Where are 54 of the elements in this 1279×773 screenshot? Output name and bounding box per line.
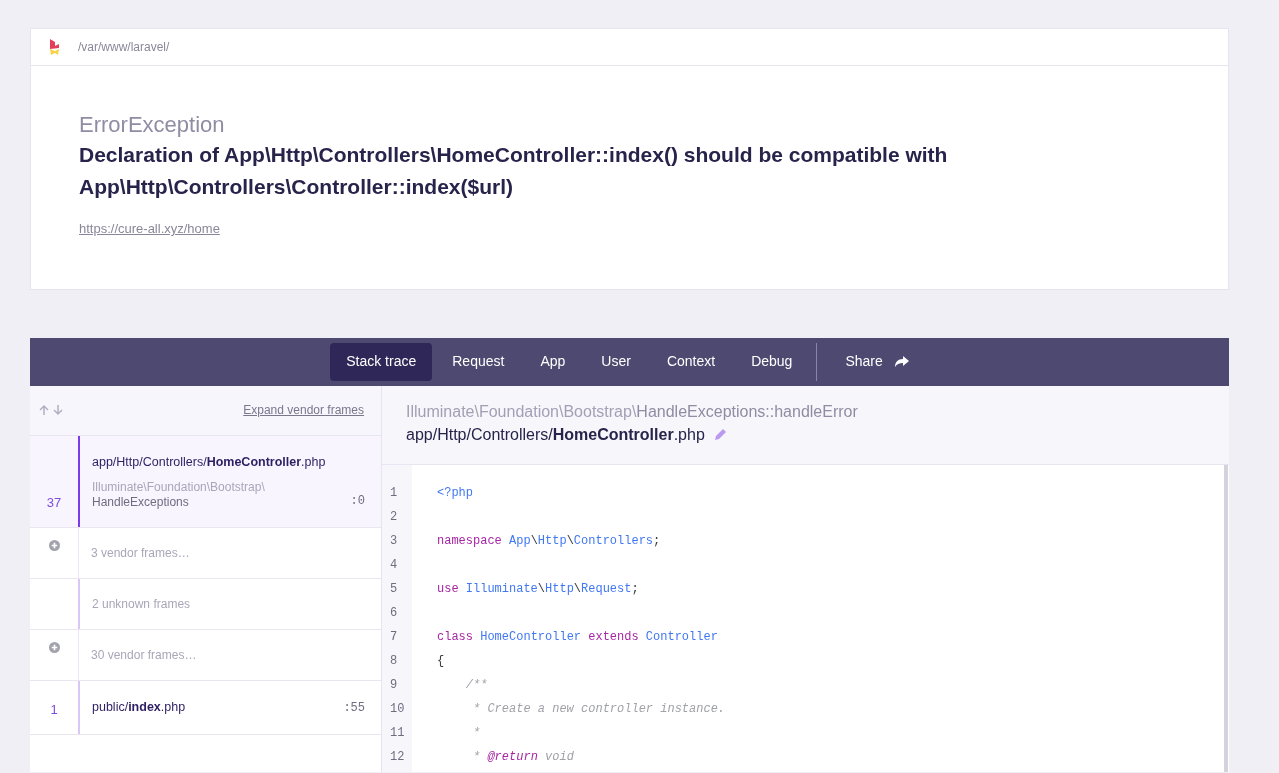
logo-icon	[49, 38, 60, 56]
frame-number: 1	[50, 703, 58, 716]
line-number: 11	[389, 724, 406, 742]
plus-circle-icon[interactable]	[48, 539, 60, 551]
frame-namespace: Illuminate\Foundation\Bootstrap\	[92, 480, 266, 495]
line-number: 8	[389, 652, 399, 670]
project-path: /var/www/laravel/	[78, 39, 170, 56]
tab[interactable]: User	[585, 342, 647, 381]
exception-message: Declaration of App\Http\Controllers\HomeController::index() should be compatible with App\Http\Controllers\Controller::index($url)	[79, 142, 949, 200]
frame-group-label: 2 unknown frames	[92, 596, 191, 614]
code-line: *	[472, 725, 481, 740]
share-arrow-icon	[894, 355, 909, 368]
share-button[interactable]: Share	[825, 342, 929, 381]
frame-group-label: 30 vendor frames…	[91, 647, 197, 665]
line-number: 4	[389, 556, 399, 574]
tab[interactable]: Stack trace	[330, 342, 433, 381]
request-url[interactable]: https://cure-all.xyz/home	[79, 219, 220, 239]
code-line: namespace App\Http\Controllers;	[437, 533, 661, 548]
frame-file: app/Http/Controllers/HomeController.php	[92, 453, 326, 471]
code-line: use Illuminate\Http\Request;	[437, 581, 639, 596]
frame-group-label: 3 vendor frames…	[91, 545, 190, 563]
pencil-icon[interactable]	[712, 427, 727, 442]
code-line: <?php	[437, 485, 473, 500]
frame-namespace: Illuminate\Foundation\Bootstrap\	[406, 402, 637, 420]
frame-file: public/index.php	[92, 699, 186, 717]
tab[interactable]: Request	[436, 342, 521, 381]
line-number: 12	[389, 748, 406, 766]
line-number: 6	[389, 604, 399, 622]
line-number: 7	[389, 628, 399, 646]
arrow-up-icon[interactable]	[38, 404, 50, 416]
code-line: {	[437, 653, 445, 668]
line-number: 9	[389, 676, 399, 694]
tab[interactable]: App	[524, 342, 582, 381]
frame-method: HandleExceptions::handleError	[636, 402, 858, 420]
code-line: /**	[464, 677, 488, 692]
line-number: 2	[389, 508, 399, 526]
code-line: class HomeController extends Controller	[437, 629, 718, 644]
code-line: * @return void	[472, 749, 574, 764]
exception-class: ErrorException	[79, 111, 226, 139]
line-number: 10	[389, 700, 406, 718]
tab[interactable]: Debug	[735, 342, 809, 381]
source-file-path: app/Http/Controllers/HomeController.php	[406, 424, 705, 445]
plus-circle-icon[interactable]	[48, 641, 60, 653]
frame-number: 37	[46, 496, 62, 510]
frame-line-number: :55	[343, 700, 365, 717]
tab[interactable]: Context	[650, 342, 732, 381]
code-line: * Create a new controller instance.	[472, 701, 726, 716]
expand-vendor-frames-link[interactable]: Expand vendor frames	[243, 401, 364, 419]
line-number: 1	[389, 484, 399, 502]
frame-class: HandleExceptions	[92, 494, 190, 511]
line-number: 5	[389, 580, 399, 598]
frame-line-number: :0	[350, 493, 365, 511]
arrow-down-icon[interactable]	[52, 404, 64, 416]
line-number: 3	[389, 532, 399, 550]
